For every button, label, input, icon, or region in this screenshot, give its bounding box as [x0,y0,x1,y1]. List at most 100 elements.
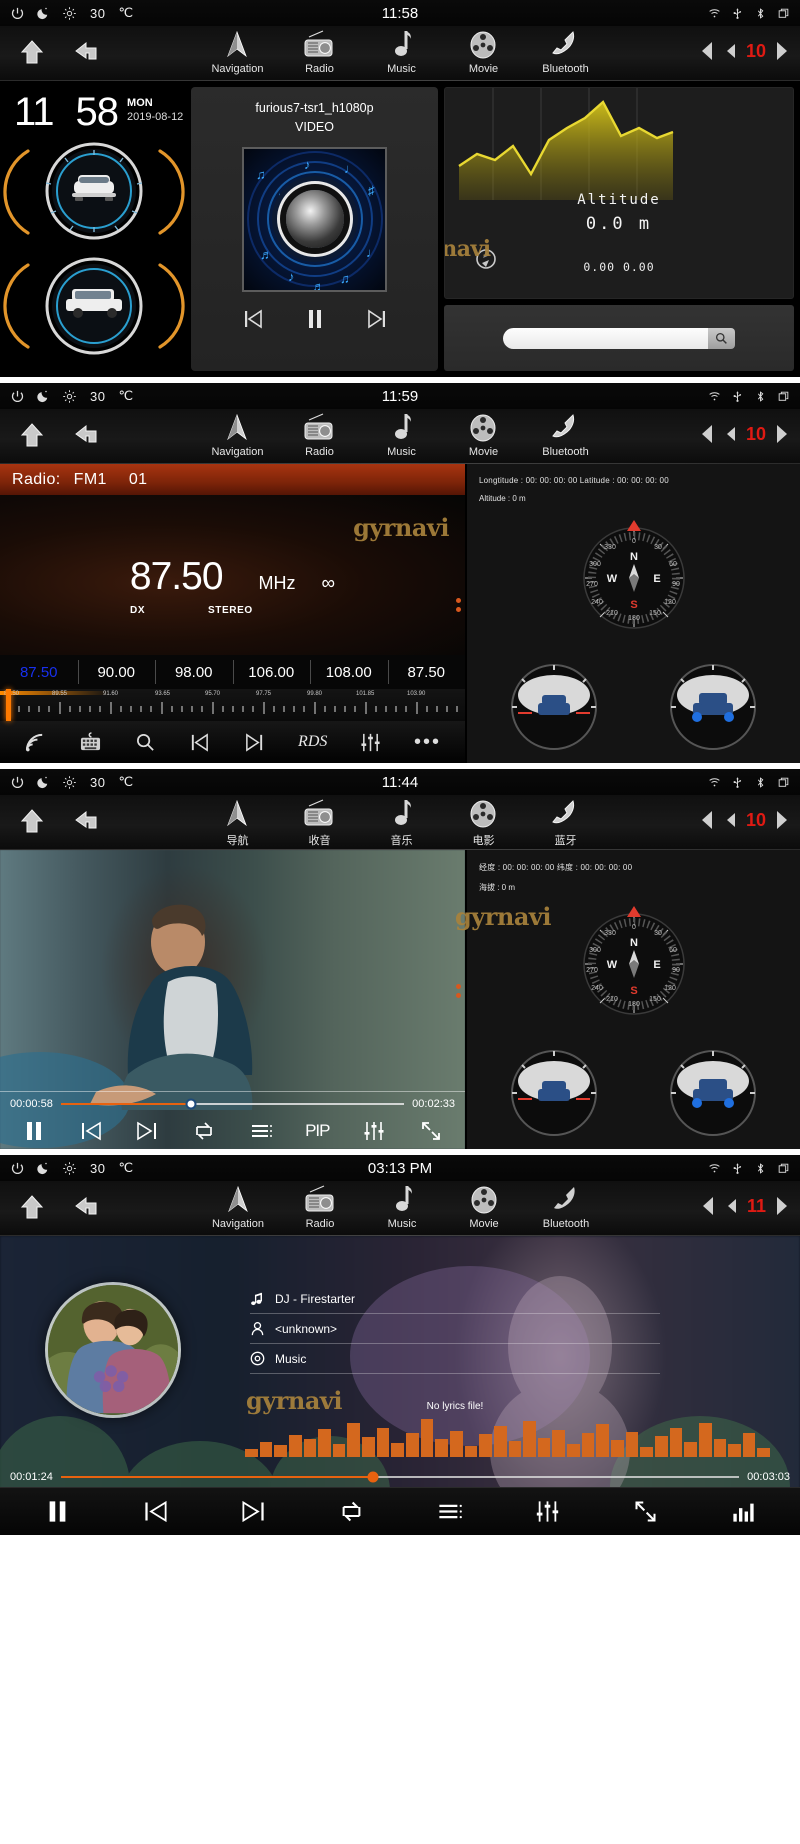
volume-icon[interactable] [722,40,739,62]
preset-item[interactable]: 98.00 [155,659,233,684]
previous-track-button[interactable] [79,1119,103,1143]
fullscreen-button[interactable] [419,1119,443,1143]
spectrum-button[interactable] [730,1498,757,1525]
video-player[interactable]: 00:00:58 00:02:33 PIP [0,850,465,1149]
recent-apps-icon[interactable] [777,776,790,789]
music-seek-handle[interactable] [367,1471,379,1483]
recent-apps-icon[interactable] [777,1162,790,1175]
pause-button[interactable] [22,1119,46,1143]
home-icon[interactable] [16,807,48,837]
power-icon[interactable] [10,6,25,21]
nav-app-navigation[interactable]: 导航 [196,795,278,848]
playlist-button[interactable] [249,1119,273,1143]
compass-widget[interactable]: 0 30 60 90 120150 180 210240 270 300 330 N E W S [575,516,693,634]
previous-track-button[interactable] [241,308,265,330]
preset-item[interactable]: 108.00 [310,659,388,684]
nav-app-bluetooth[interactable]: Bluetooth [525,1181,607,1230]
brightness-icon[interactable] [62,1161,77,1176]
equalizer-button[interactable] [362,1119,386,1143]
recent-apps-icon[interactable] [777,7,790,20]
night-mode-icon[interactable] [36,1161,51,1176]
car-gauge-right[interactable] [667,661,759,753]
volume-icon[interactable] [722,809,739,831]
night-mode-icon[interactable] [36,389,51,404]
left-arrow-icon[interactable] [699,40,716,62]
home-icon[interactable] [16,421,48,451]
equalizer-icon[interactable] [359,732,382,753]
vehicle-gauge-rear[interactable] [0,249,188,363]
nav-app-radio[interactable]: 收音 [278,795,360,848]
vehicle-gauge-front[interactable] [0,131,188,249]
nav-app-music[interactable]: 音乐 [360,795,442,848]
tuner-marker[interactable] [6,689,11,721]
usb-icon[interactable] [731,390,744,403]
recent-apps-icon[interactable] [777,390,790,403]
preset-item[interactable]: 106.00 [232,659,311,684]
power-icon[interactable] [10,1161,25,1176]
car-gauge-left[interactable] [508,661,600,753]
more-options-icon[interactable]: ••• [414,732,441,752]
nav-app-movie[interactable]: Movie [442,409,524,458]
usb-icon[interactable] [731,7,744,20]
pause-button[interactable] [44,1498,71,1525]
nav-app-navigation[interactable]: Navigation [197,1181,279,1230]
wifi-icon[interactable] [708,1162,721,1175]
power-icon[interactable] [10,775,25,790]
bluetooth-icon[interactable] [754,390,767,403]
power-icon[interactable] [10,389,25,404]
nav-app-music[interactable]: Music [361,1181,443,1230]
nav-app-radio[interactable]: Radio [278,409,360,458]
search-icon[interactable] [134,732,157,753]
usb-icon[interactable] [731,1162,744,1175]
previous-track-icon[interactable] [188,732,211,753]
nav-app-radio[interactable]: Radio [278,26,360,75]
brightness-icon[interactable] [62,775,77,790]
page-dot[interactable] [456,984,461,989]
pause-button[interactable] [303,308,327,330]
nav-app-bluetooth[interactable]: 蓝牙 [524,795,606,848]
fullscreen-button[interactable] [632,1498,659,1525]
left-arrow-icon[interactable] [699,423,716,445]
preset-item[interactable]: 90.00 [77,659,156,684]
pip-button[interactable]: PIP [305,1121,330,1141]
bluetooth-icon[interactable] [754,7,767,20]
next-track-button[interactable] [240,1498,267,1525]
night-mode-icon[interactable] [36,775,51,790]
home-icon[interactable] [16,1193,48,1223]
signal-icon[interactable] [24,732,47,753]
wifi-icon[interactable] [708,390,721,403]
wifi-icon[interactable] [708,7,721,20]
tuning-scale[interactable]: 87.50 89.55 91.60 93.65 95.70 97.75 99.8… [0,689,465,721]
video-seek-handle[interactable] [185,1098,197,1110]
usb-icon[interactable] [731,776,744,789]
page-dot[interactable] [456,993,461,998]
next-track-icon[interactable] [243,732,266,753]
night-mode-icon[interactable] [36,6,51,21]
next-track-button[interactable] [365,308,389,330]
music-seek-track[interactable] [60,1471,740,1483]
equalizer-button[interactable] [534,1498,561,1525]
left-arrow-icon[interactable] [700,1195,717,1217]
nav-app-movie[interactable]: Movie [443,1181,525,1230]
search-button[interactable] [708,327,735,349]
rds-button[interactable]: RDS [298,733,327,751]
next-track-button[interactable] [135,1119,159,1143]
back-icon[interactable] [72,38,104,68]
repeat-button[interactable] [338,1498,365,1525]
car-gauge-left[interactable] [508,1047,600,1139]
nav-app-music[interactable]: Music [360,26,442,75]
back-icon[interactable] [72,807,104,837]
album-art-circle[interactable] [45,1282,181,1418]
back-icon[interactable] [72,1193,104,1223]
nav-app-navigation[interactable]: Navigation [196,409,278,458]
keyboard-icon[interactable] [79,731,102,753]
volume-icon[interactable] [722,423,739,445]
right-arrow-icon[interactable] [773,423,790,445]
playlist-button[interactable] [436,1498,463,1525]
right-arrow-icon[interactable] [773,1195,790,1217]
page-dot[interactable] [456,607,461,612]
video-seek-track[interactable] [60,1098,405,1110]
repeat-button[interactable] [192,1119,216,1143]
right-arrow-icon[interactable] [773,809,790,831]
home-icon[interactable] [16,38,48,68]
